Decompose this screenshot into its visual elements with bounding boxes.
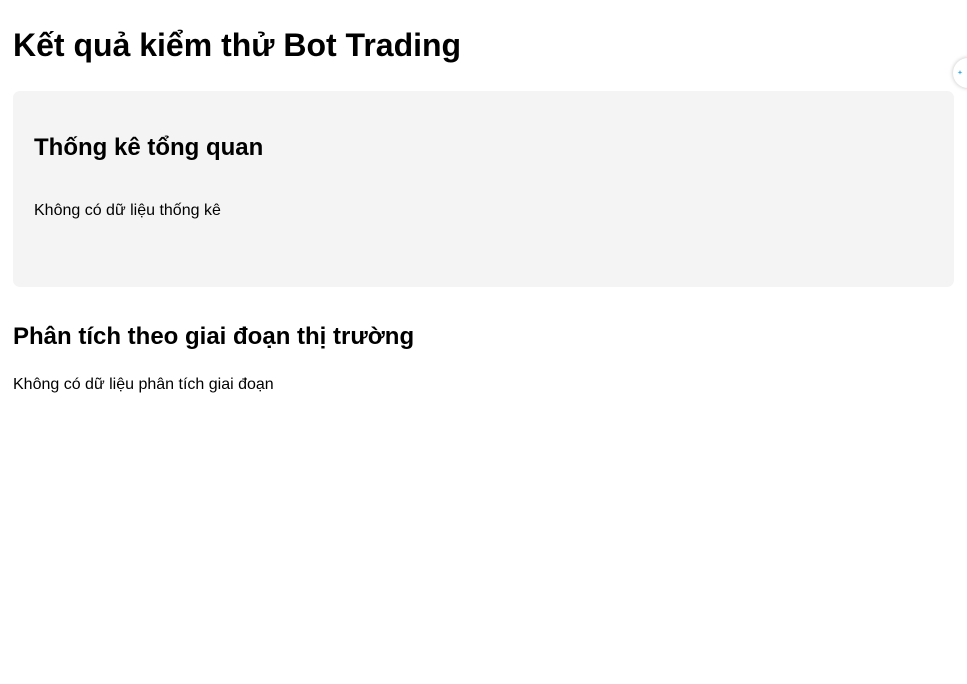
overview-stats-card: Thống kê tổng quan Không có dữ liệu thốn… — [13, 91, 954, 287]
results-page: Kết quả kiểm thử Bot Trading Thống kê tổ… — [0, 0, 967, 684]
sparkle-icon — [957, 68, 967, 78]
market-phase-section: Phân tích theo giai đoạn thị trường Khôn… — [13, 323, 954, 394]
market-phase-heading: Phân tích theo giai đoạn thị trường — [13, 323, 415, 350]
overview-stats-empty-text: Không có dữ liệu thống kê — [34, 202, 221, 219]
page-title: Kết quả kiểm thử Bot Trading — [13, 27, 462, 63]
market-phase-empty-text: Không có dữ liệu phân tích giai đoạn — [13, 376, 274, 393]
overview-stats-heading: Thống kê tổng quan — [34, 134, 264, 161]
assistant-launcher-button[interactable] — [953, 58, 967, 88]
